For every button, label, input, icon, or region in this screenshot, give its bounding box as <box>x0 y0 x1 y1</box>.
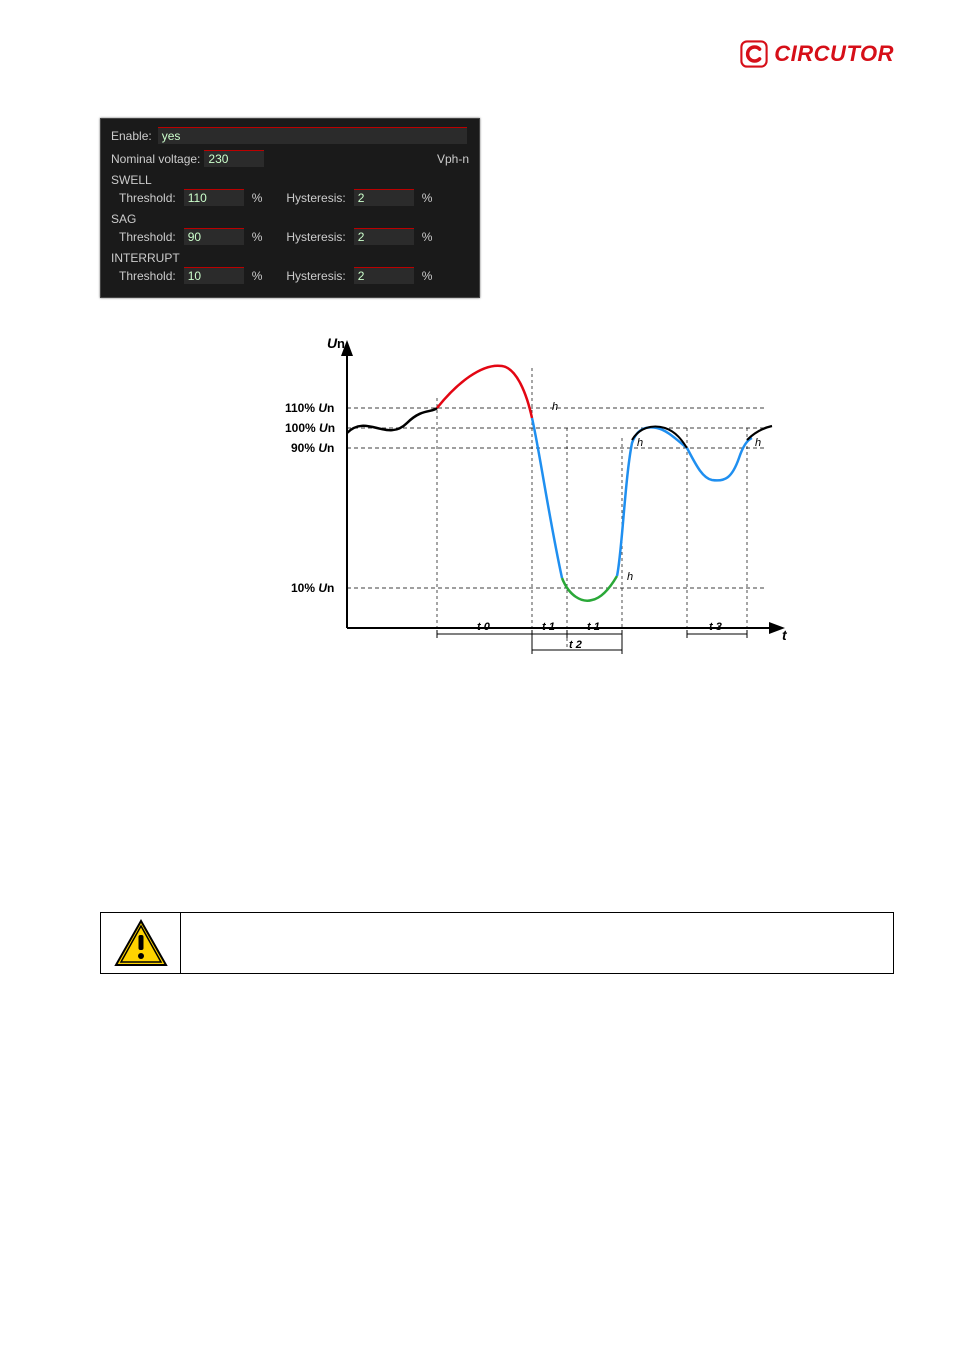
pct: % <box>422 269 433 283</box>
list-item: Interruption threshold <box>510 244 672 259</box>
svg-text:h: h <box>755 437 761 449</box>
pct: % <box>422 230 433 244</box>
warning-text: If event recording is not enabled, the C… <box>181 913 893 973</box>
svg-text:90% Un: 90% Un <box>291 441 334 455</box>
graph-svg: Un t 110% Un 100% Un 90% Un 10% Un h <box>277 328 797 668</box>
interrupt-threshold-field[interactable]: 10 <box>184 267 244 284</box>
brand-logo-icon <box>740 40 768 68</box>
sag-threshold-field[interactable]: 90 <box>184 228 244 245</box>
section-title-enable: Enabling event detection <box>100 855 894 870</box>
swell-section-label: SWELL <box>111 173 469 187</box>
config-bullet-list: Enable events recording Nominal voltage … <box>510 118 672 298</box>
graph-caption: Graph 1 Example of a voltage event <box>100 678 894 692</box>
enable-field[interactable]: yes <box>158 127 467 144</box>
svg-text:t 0: t 0 <box>477 621 491 633</box>
svg-text:h: h <box>637 437 643 449</box>
warning-notice: If event recording is not enabled, the C… <box>100 912 894 974</box>
threshold-label: Threshold: <box>119 269 176 283</box>
svg-text:t 1: t 1 <box>542 621 555 633</box>
svg-text:100% Un: 100% Un <box>285 421 335 435</box>
pct: % <box>422 191 433 205</box>
sag-section-label: SAG <box>111 212 469 226</box>
hysteresis-label: Hysteresis: <box>286 269 345 283</box>
svg-text:10% Un: 10% Un <box>291 581 334 595</box>
pct: % <box>252 191 263 205</box>
sag-hysteresis-field[interactable]: 2 <box>354 228 414 245</box>
threshold-label: Threshold: <box>119 191 176 205</box>
voltage-event-graph: Un t 110% Un 100% Un 90% Un 10% Un h <box>180 328 894 668</box>
svg-text:t 1: t 1 <box>587 621 600 633</box>
svg-text:n: n <box>337 336 345 351</box>
paragraph-hysteresis: All of the values are configured as perc… <box>100 712 894 785</box>
brand-name: CIRCUTOR <box>774 41 894 67</box>
paragraph-recording: During voltage event, the CVM-A1500 reco… <box>100 799 894 835</box>
swell-threshold-field[interactable]: 110 <box>184 189 244 206</box>
hysteresis-label: Hysteresis: <box>286 230 345 244</box>
list-item: Nominal voltage <box>510 139 672 154</box>
header: CIRCUTOR <box>100 40 894 68</box>
svg-text:t: t <box>782 627 788 643</box>
swell-hysteresis-field[interactable]: 2 <box>354 189 414 206</box>
list-item: Swell threshold <box>510 160 672 175</box>
list-item: Dip hysteresis <box>510 223 672 238</box>
interrupt-section-label: INTERRUPT <box>111 251 469 265</box>
svg-text:h: h <box>552 401 558 413</box>
footer-left: User manual <box>100 1014 162 1026</box>
nominal-label: Nominal voltage: <box>111 152 200 166</box>
hysteresis-label: Hysteresis: <box>286 191 345 205</box>
svg-text:110% Un: 110% Un <box>285 401 334 415</box>
device-screenshot: Enable: yes Nominal voltage: 230 Vph-n S… <box>100 118 480 298</box>
threshold-label: Threshold: <box>119 230 176 244</box>
enable-label: Enable: <box>111 129 152 143</box>
warning-icon <box>114 919 168 967</box>
pct: % <box>252 269 263 283</box>
list-item: Interruption hysteresis <box>510 265 672 280</box>
list-item: Dip threshold <box>510 202 672 217</box>
paragraph-enable: On this screen, the user can either enab… <box>100 880 894 898</box>
list-item: Swell hysteresis <box>510 181 672 196</box>
interrupt-hysteresis-field[interactable]: 2 <box>354 267 414 284</box>
pct: % <box>252 230 263 244</box>
warning-icon-cell <box>101 913 181 973</box>
svg-text:t 2: t 2 <box>569 639 582 651</box>
footer-right: Page 53 of 304 <box>819 1014 894 1026</box>
page-footer: User manual Page 53 of 304 <box>100 1014 894 1026</box>
nominal-unit: Vph-n <box>437 152 469 166</box>
list-item: Enable events recording <box>510 118 672 133</box>
svg-text:h: h <box>627 571 633 583</box>
svg-text:t 3: t 3 <box>709 621 722 633</box>
nominal-voltage-field[interactable]: 230 <box>204 150 264 167</box>
brand-logo: CIRCUTOR <box>740 40 894 68</box>
